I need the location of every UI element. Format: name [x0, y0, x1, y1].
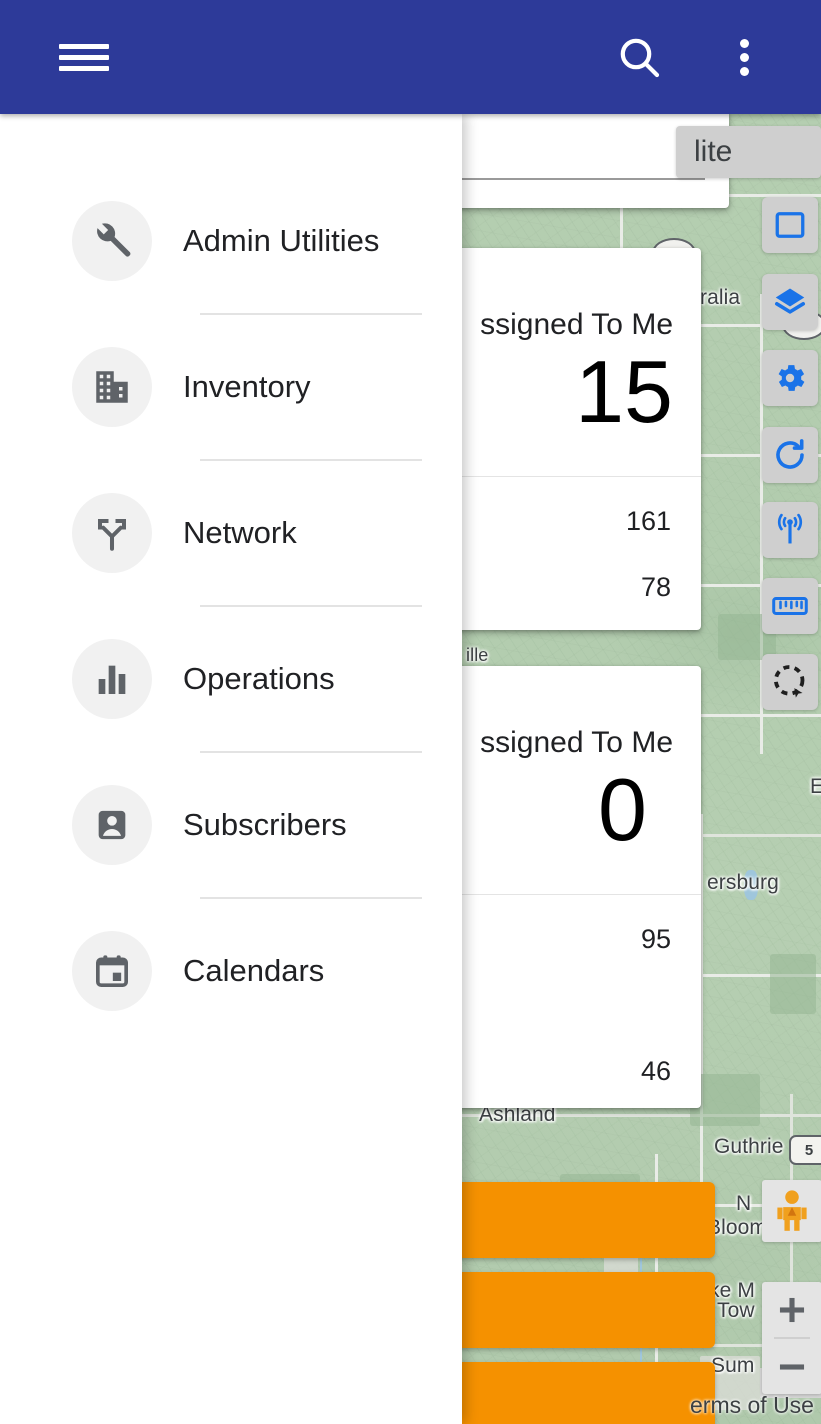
sidebar-item-network[interactable]: Network: [0, 479, 462, 587]
basemap-satellite-label: lite: [694, 135, 733, 168]
measure-button[interactable]: [762, 578, 818, 634]
select-rectangle-icon: [775, 212, 805, 238]
sidebar-item-label: Network: [183, 515, 297, 550]
building-icon: [72, 347, 152, 427]
settings-button[interactable]: [762, 350, 818, 406]
bar-chart-icon: [72, 639, 152, 719]
stat-row-value: 78: [640, 572, 671, 602]
sidebar-item-label: Calendars: [183, 953, 325, 988]
wrench-icon: [72, 201, 152, 281]
street-view-pegman[interactable]: [762, 1180, 821, 1242]
more-vert-icon: [739, 34, 749, 81]
stat-card-title: ssigned To Me: [480, 726, 673, 759]
select-rectangle-button[interactable]: [762, 197, 818, 253]
layers-button[interactable]: [762, 274, 818, 330]
sidebar-item-label: Subscribers: [183, 807, 347, 842]
gear-icon: [778, 365, 805, 391]
map-terms-of-use-link[interactable]: erms of Use: [690, 1392, 814, 1419]
sidebar-item-calendars[interactable]: Calendars: [0, 917, 462, 1025]
zoom-out-button[interactable]: [762, 1339, 821, 1394]
sidebar-divider: [200, 605, 422, 607]
call-split-icon: [72, 493, 152, 573]
sidebar-item-label: Operations: [183, 661, 335, 696]
sidebar-item-operations[interactable]: Operations: [0, 625, 462, 733]
stat-row-value: 161: [625, 506, 671, 536]
calendar-icon: [72, 931, 152, 1011]
ruler-icon: [772, 597, 808, 615]
lasso-select-icon: [773, 665, 805, 698]
stat-card-title: ssigned To Me: [480, 308, 673, 341]
sidebar-divider: [200, 751, 422, 753]
sidebar-divider: [200, 313, 422, 315]
search-button[interactable]: [604, 0, 674, 114]
cell-tower-icon: [777, 513, 803, 544]
navigation-drawer: Admin Utilities Inventory Network Operat…: [0, 114, 462, 1424]
zoom-in-button[interactable]: [762, 1282, 821, 1337]
search-icon: [620, 38, 660, 78]
plus-icon: [779, 1297, 805, 1322]
layers-icon: [775, 288, 805, 314]
basemap-satellite-toggle[interactable]: lite: [676, 126, 821, 178]
top-app-bar: [0, 0, 821, 114]
map-zoom-controls: [762, 1282, 821, 1394]
application-root: ralia ersburg Ashland Guthrie N Bloomfie…: [0, 0, 821, 1424]
hamburger-menu-icon: [59, 38, 109, 77]
sidebar-item-label: Inventory: [183, 369, 311, 404]
sidebar-divider: [200, 897, 422, 899]
filter-input-underline[interactable]: [420, 178, 705, 180]
stat-card-value: 0: [598, 760, 647, 859]
sidebar-divider: [200, 459, 422, 461]
person-badge-icon: [72, 785, 152, 865]
refresh-button[interactable]: [762, 427, 818, 483]
overflow-menu-button[interactable]: [712, 0, 776, 114]
cell-tower-button[interactable]: [762, 502, 818, 558]
minus-icon: [779, 1363, 805, 1370]
refresh-icon: [776, 439, 804, 469]
lasso-select-button[interactable]: [762, 654, 818, 710]
menu-button[interactable]: [50, 0, 118, 114]
stat-card-value: 15: [575, 342, 673, 441]
sidebar-item-admin-utilities[interactable]: Admin Utilities: [0, 187, 462, 295]
pegman-icon: [777, 1190, 807, 1231]
stat-row-value: 95: [640, 924, 671, 954]
sidebar-item-label: Admin Utilities: [183, 223, 380, 258]
sidebar-item-inventory[interactable]: Inventory: [0, 333, 462, 441]
sidebar-item-subscribers[interactable]: Subscribers: [0, 771, 462, 879]
stat-row-value: 46: [640, 1056, 671, 1086]
